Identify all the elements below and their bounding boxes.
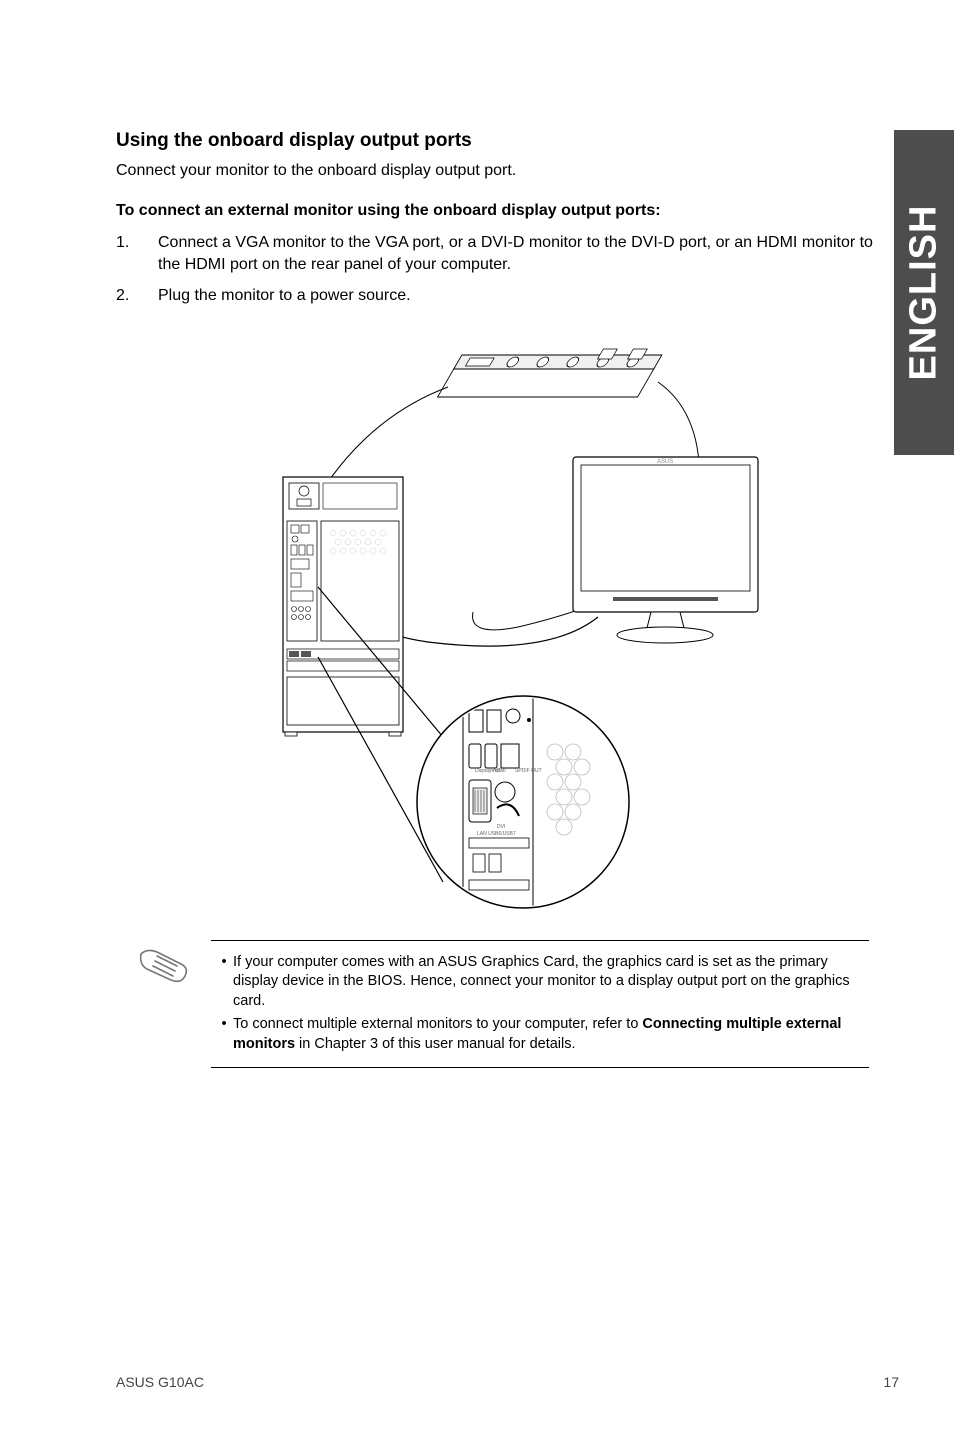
connection-diagram: ASUS: [116, 327, 899, 912]
language-tab: ENGLISH: [894, 130, 954, 455]
note-body: • If your computer comes with an ASUS Gr…: [211, 940, 869, 1068]
bullet-icon: •: [215, 953, 233, 1012]
section-intro: Connect your monitor to the onboard disp…: [116, 162, 899, 180]
svg-text:HDMI: HDMI: [493, 768, 506, 774]
svg-text:ASUS: ASUS: [656, 459, 672, 465]
page-footer: ASUS G10AC 17: [116, 1374, 899, 1390]
step-text: Plug the monitor to a power source.: [158, 285, 411, 307]
section-subhead: To connect an external monitor using the…: [116, 202, 899, 220]
step-item: 1. Connect a VGA monitor to the VGA port…: [116, 232, 899, 275]
note-text: If your computer comes with an ASUS Grap…: [233, 953, 865, 1012]
language-label: ENGLISH: [903, 205, 946, 381]
section-title: Using the onboard display output ports: [116, 130, 899, 152]
note-text: To connect multiple external monitors to…: [233, 1015, 865, 1054]
note-item: • To connect multiple external monitors …: [215, 1015, 865, 1054]
note-hand-icon: [116, 940, 211, 988]
step-text: Connect a VGA monitor to the VGA port, o…: [158, 232, 899, 275]
footer-product: ASUS G10AC: [116, 1374, 204, 1390]
step-item: 2. Plug the monitor to a power source.: [116, 285, 899, 307]
svg-text:SPDIF OUT: SPDIF OUT: [515, 768, 542, 774]
footer-page-number: 17: [883, 1374, 899, 1390]
svg-text:DVI: DVI: [497, 824, 505, 830]
steps-list: 1. Connect a VGA monitor to the VGA port…: [116, 232, 899, 307]
step-number: 2.: [116, 285, 158, 307]
bullet-icon: •: [215, 1015, 233, 1054]
step-number: 1.: [116, 232, 158, 275]
svg-text:LAN USB6/USB7: LAN USB6/USB7: [477, 831, 516, 837]
note-block: • If your computer comes with an ASUS Gr…: [116, 940, 869, 1068]
note-item: • If your computer comes with an ASUS Gr…: [215, 953, 865, 1012]
